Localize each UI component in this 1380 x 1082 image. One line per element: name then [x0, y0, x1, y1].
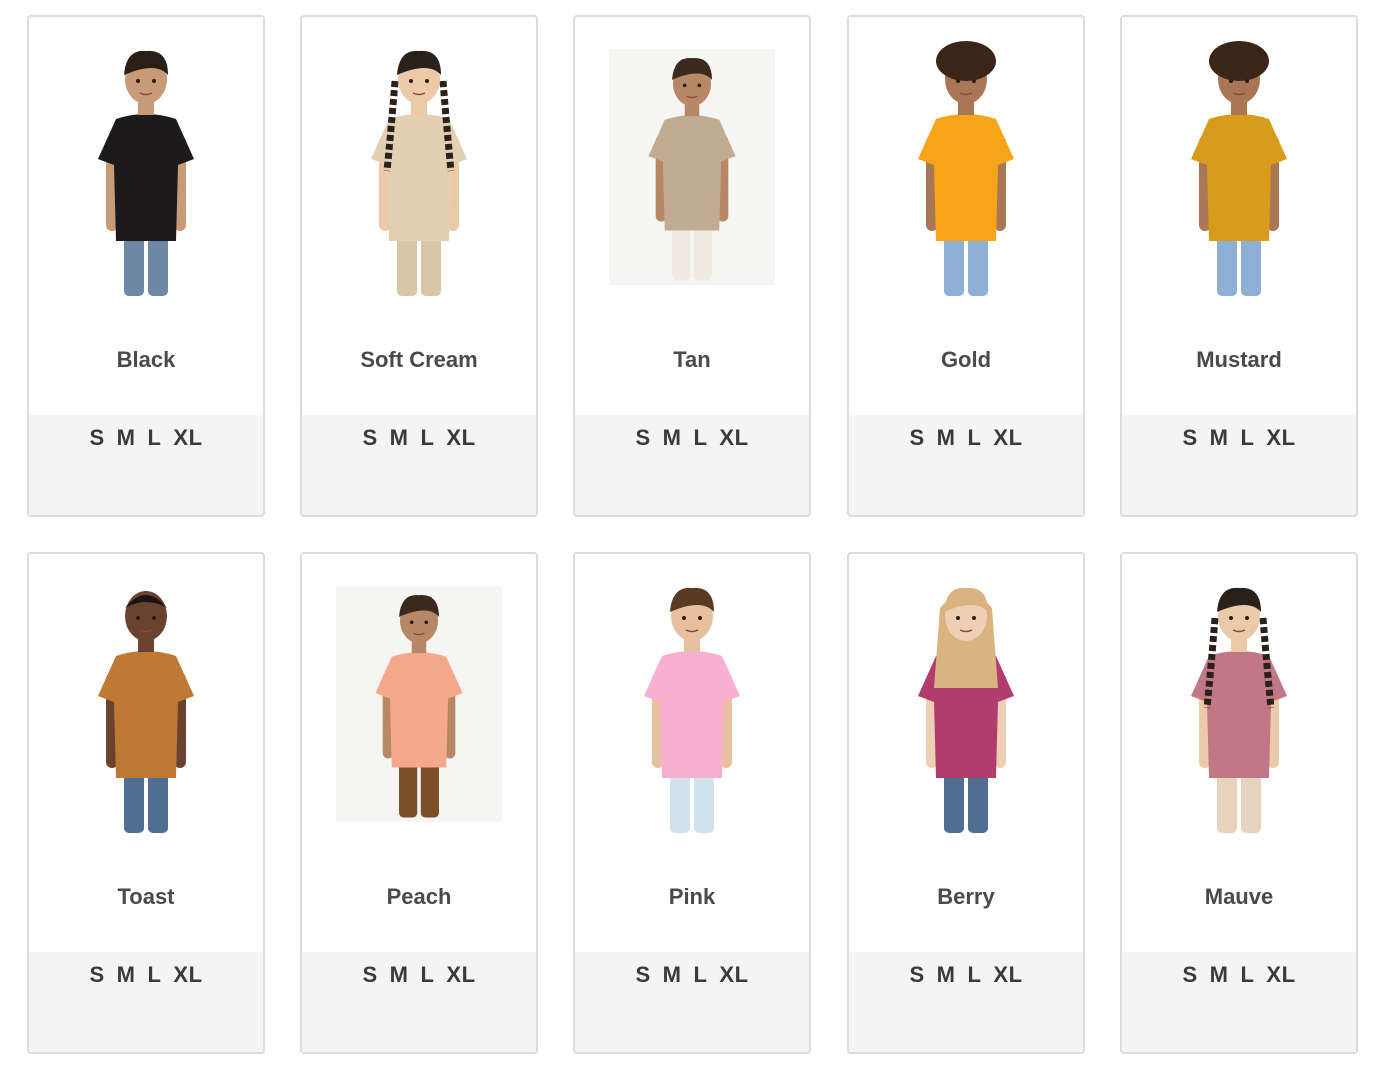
color-name: Tan [673, 347, 711, 372]
product-card-tan[interactable]: Tan S M L XL [573, 15, 811, 517]
size-option-xl[interactable]: XL [167, 425, 208, 451]
model-figure [918, 41, 1014, 296]
size-option-xl[interactable]: XL [440, 962, 481, 988]
size-option-l[interactable]: L [687, 425, 713, 451]
product-card-peach[interactable]: Peach S M L XL [300, 552, 538, 1054]
size-option-m[interactable]: M [111, 425, 142, 451]
model-figure [375, 594, 463, 818]
model-figure [648, 57, 736, 281]
size-option-s[interactable]: S [83, 962, 110, 988]
size-option-l[interactable]: L [1234, 962, 1260, 988]
size-option-xl[interactable]: XL [987, 962, 1028, 988]
size-option-s[interactable]: S [1176, 962, 1203, 988]
size-list: S M L XL [849, 952, 1083, 1052]
product-card-mauve[interactable]: Mauve S M L XL [1120, 552, 1358, 1054]
size-list: S M L XL [302, 952, 536, 1052]
size-option-xl[interactable]: XL [1260, 425, 1301, 451]
size-option-l[interactable]: L [141, 962, 167, 988]
size-option-xl[interactable]: XL [713, 425, 754, 451]
size-option-m[interactable]: M [1204, 425, 1235, 451]
size-option-xl[interactable]: XL [167, 962, 208, 988]
color-name: Pink [668, 884, 716, 909]
size-option-xl[interactable]: XL [987, 425, 1028, 451]
product-photo[interactable] [302, 554, 536, 854]
product-photo[interactable] [1122, 554, 1356, 854]
model-figure [918, 587, 1014, 833]
product-photo[interactable] [29, 17, 263, 317]
product-card-soft-cream[interactable]: Soft Cream S M L XL [300, 15, 538, 517]
color-name: Berry [937, 884, 995, 909]
size-option-s[interactable]: S [356, 425, 383, 451]
model-figure [1191, 41, 1287, 296]
color-name: Soft Cream [360, 347, 478, 372]
color-name: Black [116, 347, 176, 372]
size-option-s[interactable]: S [629, 962, 656, 988]
size-option-s[interactable]: S [903, 962, 930, 988]
size-option-m[interactable]: M [657, 962, 688, 988]
size-option-s[interactable]: S [1176, 425, 1203, 451]
size-list: S M L XL [29, 952, 263, 1052]
size-list: S M L XL [1122, 415, 1356, 515]
size-option-s[interactable]: S [629, 425, 656, 451]
model-figure [1191, 587, 1287, 833]
product-photo[interactable] [29, 554, 263, 854]
size-option-l[interactable]: L [414, 425, 440, 451]
size-option-xl[interactable]: XL [440, 425, 481, 451]
product-card-mustard[interactable]: Mustard S M L XL [1120, 15, 1358, 517]
color-name: Gold [940, 347, 992, 372]
color-name: Mustard [1196, 347, 1282, 372]
product-photo[interactable] [849, 554, 1083, 854]
size-option-xl[interactable]: XL [1260, 962, 1301, 988]
color-name: Peach [386, 884, 452, 909]
size-list: S M L XL [849, 415, 1083, 515]
model-figure [644, 587, 740, 833]
size-option-m[interactable]: M [657, 425, 688, 451]
size-option-m[interactable]: M [1204, 962, 1235, 988]
size-list: S M L XL [29, 415, 263, 515]
size-option-l[interactable]: L [961, 962, 987, 988]
product-card-black[interactable]: Black S M L XL [27, 15, 265, 517]
model-figure [98, 50, 194, 296]
product-photo[interactable] [1122, 17, 1356, 317]
size-list: S M L XL [302, 415, 536, 515]
product-photo[interactable] [575, 554, 809, 854]
product-card-berry[interactable]: Berry S M L XL [847, 552, 1085, 1054]
color-name: Toast [117, 884, 175, 909]
size-option-m[interactable]: M [384, 962, 415, 988]
size-list: S M L XL [1122, 952, 1356, 1052]
size-option-xl[interactable]: XL [713, 962, 754, 988]
size-option-m[interactable]: M [931, 962, 962, 988]
product-card-gold[interactable]: Gold S M L XL [847, 15, 1085, 517]
size-list: S M L XL [575, 952, 809, 1052]
size-option-l[interactable]: L [687, 962, 713, 988]
size-option-l[interactable]: L [414, 962, 440, 988]
product-photo[interactable] [302, 17, 536, 317]
size-option-s[interactable]: S [83, 425, 110, 451]
size-option-l[interactable]: L [961, 425, 987, 451]
size-list: S M L XL [575, 415, 809, 515]
product-photo[interactable] [575, 17, 809, 317]
size-option-m[interactable]: M [384, 425, 415, 451]
product-photo[interactable] [849, 17, 1083, 317]
size-option-m[interactable]: M [111, 962, 142, 988]
model-figure [98, 591, 194, 833]
color-name: Mauve [1204, 884, 1274, 909]
size-option-s[interactable]: S [356, 962, 383, 988]
size-option-s[interactable]: S [903, 425, 930, 451]
product-card-toast[interactable]: Toast S M L XL [27, 552, 265, 1054]
model-figure [371, 50, 467, 296]
product-card-pink[interactable]: Pink S M L XL [573, 552, 811, 1054]
size-option-l[interactable]: L [1234, 425, 1260, 451]
size-option-m[interactable]: M [931, 425, 962, 451]
size-option-l[interactable]: L [141, 425, 167, 451]
product-color-grid: Black S M L XL Soft Cream S M L XL Tan S M L XL Gold S M L… [0, 0, 1380, 1082]
